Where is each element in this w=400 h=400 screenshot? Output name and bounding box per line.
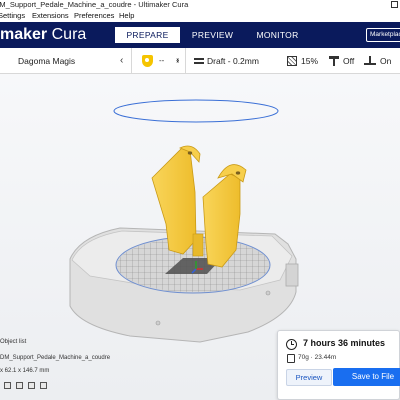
- material-usage: 70g · 23.44m: [298, 354, 337, 361]
- brand-maker: maker: [0, 26, 48, 43]
- chevron-left-icon: ‹: [176, 55, 180, 66]
- model-hole: [235, 171, 241, 175]
- app-logo: maker Cura: [0, 25, 86, 45]
- window-title: DM_Support_Pedale_Machine_a_coudre - Ult…: [0, 0, 189, 9]
- print-info-panel: 7 hours 36 minutes 70g · 23.44m Preview …: [277, 330, 400, 400]
- profile-icon: [194, 56, 204, 66]
- screw: [155, 320, 161, 326]
- tab-prepare[interactable]: PREPARE: [115, 27, 180, 43]
- view-front-icon[interactable]: [16, 382, 23, 389]
- print-settings-selector[interactable]: ‹ Draft - 0.2mm 15% Off On: [176, 48, 400, 74]
- adhesion-icon: [364, 56, 376, 66]
- model-joint: [192, 233, 204, 257]
- menu-bar: Settings Extensions Preferences Help: [0, 10, 400, 22]
- menu-help[interactable]: Help: [119, 10, 134, 22]
- print-config-bar: Dagoma Magis ‹ -- › ‹ Draft - 0.2mm 15% …: [0, 48, 400, 74]
- build-volume-outline: [113, 99, 279, 123]
- extruder-icon: [142, 55, 153, 67]
- menu-preferences[interactable]: Preferences: [74, 10, 114, 22]
- support-label: Off: [343, 56, 355, 66]
- object-list-panel: Object list DM_Support_Pedale_Machine_a_…: [0, 336, 140, 400]
- screw: [265, 290, 271, 296]
- app-header: maker Cura PREPARE PREVIEW MONITOR Marke…: [0, 22, 400, 48]
- maximize-icon[interactable]: [391, 1, 398, 8]
- adhesion-label: On: [380, 56, 392, 66]
- object-name[interactable]: DM_Support_Pedale_Machine_a_coudre: [0, 355, 110, 361]
- save-to-file-button[interactable]: Save to File: [333, 368, 400, 386]
- view-side-icon[interactable]: [40, 382, 47, 389]
- tab-monitor[interactable]: MONITOR: [245, 27, 310, 43]
- infill-label: 15%: [301, 56, 319, 66]
- clock-icon: [286, 339, 297, 350]
- brand-cura: Cura: [51, 26, 87, 43]
- printer-port: [285, 263, 299, 287]
- material-value: --: [159, 56, 165, 65]
- view-top-icon[interactable]: [28, 382, 35, 389]
- support-icon: [328, 56, 340, 66]
- model-hole: [187, 151, 193, 155]
- object-list-title[interactable]: Object list: [0, 339, 26, 345]
- menu-extensions[interactable]: Extensions: [32, 10, 69, 22]
- object-dimensions: x 62.1 x 146.7 mm: [0, 368, 50, 374]
- view-3d-icon[interactable]: [4, 382, 11, 389]
- preview-button[interactable]: Preview: [286, 369, 332, 386]
- printer-selector[interactable]: Dagoma Magis ‹: [0, 48, 132, 74]
- spool-icon: [287, 354, 295, 363]
- menu-settings[interactable]: Settings: [0, 10, 25, 22]
- printer-name: Dagoma Magis: [18, 56, 76, 66]
- infill-icon: [287, 56, 297, 66]
- window-titlebar: DM_Support_Pedale_Machine_a_coudre - Ult…: [0, 0, 400, 10]
- marketplace-button[interactable]: Marketplace: [366, 28, 400, 42]
- chevron-left-icon: ‹: [120, 55, 124, 66]
- cura-window: DM_Support_Pedale_Machine_a_coudre - Ult…: [0, 0, 400, 400]
- print-time: 7 hours 36 minutes: [303, 338, 386, 348]
- stage-tabs: PREPARE PREVIEW MONITOR: [115, 27, 310, 43]
- profile-label: Draft - 0.2mm: [207, 56, 259, 66]
- tab-preview[interactable]: PREVIEW: [180, 27, 245, 43]
